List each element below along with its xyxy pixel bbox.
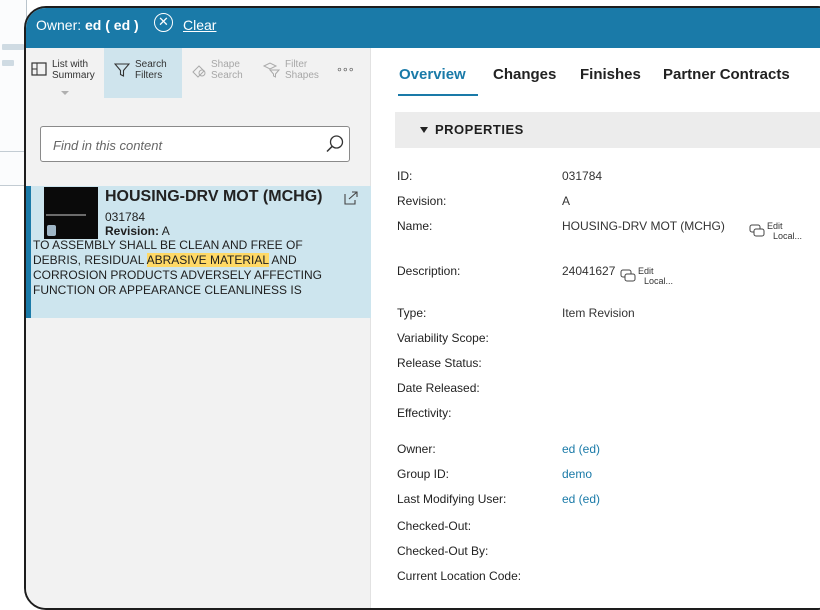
search-match-highlight: ABRASIVE MATERIAL xyxy=(146,253,269,267)
prop-label-revision: Revision: xyxy=(397,194,447,208)
open-item-icon[interactable] xyxy=(343,190,359,206)
shape-search-label-2: Search xyxy=(211,70,243,81)
prop-value-type: Item Revision xyxy=(562,306,635,320)
prop-label-name: Name: xyxy=(397,219,433,233)
owner-filter-label: Owner: xyxy=(36,17,82,33)
background-divider xyxy=(0,151,26,152)
details-tabs: Overview Changes Finishes Partner Contra… xyxy=(371,48,820,98)
prop-label-type: Type: xyxy=(397,306,427,320)
item-description-line-1: TO ASSEMBLY SHALL BE CLEAN AND FREE OF xyxy=(33,238,303,252)
filter-shapes-label-1: Filter xyxy=(285,59,308,70)
item-revision-label: Revision: xyxy=(105,224,160,238)
prop-label-effectivity: Effectivity: xyxy=(397,406,452,420)
thumbnail-detail xyxy=(46,214,86,216)
edit-label: Edit xyxy=(767,221,783,231)
collapse-triangle-icon[interactable] xyxy=(420,127,428,133)
edit-sub-label: Local... xyxy=(644,276,674,286)
shape-search-button[interactable]: Shape Search xyxy=(182,48,252,98)
edit-label: Edit xyxy=(638,266,654,276)
search-filters-label-1: Search xyxy=(135,59,167,70)
list-summary-label-1: List with xyxy=(52,59,89,70)
prop-value-id: 031784 xyxy=(562,169,603,183)
properties-section-header[interactable]: PROPERTIES xyxy=(395,112,820,148)
tab-changes[interactable]: Changes xyxy=(493,66,556,83)
owner-filter-chip: Owner: ed ( ed ) xyxy=(36,17,139,33)
item-description-line-2b: AND xyxy=(268,253,297,267)
details-pane: Overview Changes Finishes Partner Contra… xyxy=(371,48,820,608)
item-description: TO ASSEMBLY SHALL BE CLEAN AND FREE OF D… xyxy=(33,238,363,298)
filter-icon xyxy=(114,63,130,77)
prop-value-last-modifying-user[interactable]: ed (ed) xyxy=(562,492,600,506)
edit-sub-label: Local... xyxy=(773,231,803,241)
item-thumbnail xyxy=(44,187,98,239)
remove-filter-icon[interactable]: ✕ xyxy=(154,13,173,32)
item-revision: Revision: A xyxy=(105,224,170,238)
list-summary-icon xyxy=(31,62,47,76)
background-thumbnail xyxy=(2,44,24,50)
prop-label-date-released: Date Released: xyxy=(397,381,480,395)
list-summary-label-2: Summary xyxy=(52,70,95,81)
active-filter-bar: Owner: ed ( ed ) ✕ Clear xyxy=(26,8,820,48)
part-icon xyxy=(47,225,56,236)
filter-shapes-button[interactable]: Filter Shapes xyxy=(252,48,322,98)
prop-label-id: ID: xyxy=(397,169,413,183)
prop-label-owner: Owner: xyxy=(397,442,436,456)
more-options-icon: ∘∘∘ xyxy=(336,64,355,76)
prop-label-checked-out-by: Checked-Out By: xyxy=(397,544,489,558)
prop-label-checked-out: Checked-Out: xyxy=(397,519,472,533)
item-description-line-3: CORROSION PRODUCTS ADVERSELY AFFECTING xyxy=(33,268,322,282)
owner-filter-value: ed ( ed ) xyxy=(85,17,139,33)
results-list-pane: List with Summary Search Filters Shape Sear… xyxy=(26,48,375,608)
search-filters-button[interactable]: Search Filters xyxy=(104,48,182,98)
search-filters-label-2: Filters xyxy=(135,70,163,81)
prop-label-current-location-code: Current Location Code: xyxy=(397,569,522,583)
localize-icon xyxy=(620,269,636,282)
prop-value-description: 24041627 xyxy=(562,264,616,278)
view-dropdown-icon[interactable] xyxy=(61,91,69,95)
prop-value-group-id[interactable]: demo xyxy=(562,467,592,481)
background-divider xyxy=(0,185,26,186)
prop-value-name: HOUSING-DRV MOT (MCHG) xyxy=(562,219,725,233)
tab-partner-contracts[interactable]: Partner Contracts xyxy=(663,66,790,83)
active-tab-indicator xyxy=(398,94,478,96)
shape-search-icon xyxy=(192,65,206,78)
find-in-content-field[interactable] xyxy=(40,126,350,162)
prop-label-group-id: Group ID: xyxy=(397,467,450,481)
item-id: 031784 xyxy=(105,210,146,224)
background-sidebar xyxy=(0,0,27,186)
filter-shapes-icon xyxy=(262,62,280,78)
item-description-line-4: FUNCTION OR APPEARANCE CLEANLINESS IS xyxy=(33,283,302,297)
shape-search-label-1: Shape xyxy=(211,59,240,70)
list-with-summary-button[interactable]: List with Summary xyxy=(26,48,104,98)
search-icon[interactable] xyxy=(325,134,345,154)
results-toolbar: List with Summary Search Filters Shape Sear… xyxy=(26,48,370,98)
prop-label-last-modifying-user: Last Modifying User: xyxy=(397,492,507,506)
tab-finishes[interactable]: Finishes xyxy=(580,66,641,83)
tab-overview[interactable]: Overview xyxy=(399,66,466,83)
properties-section-title: PROPERTIES xyxy=(435,122,524,137)
filter-shapes-label-2: Shapes xyxy=(285,70,319,81)
prop-label-description: Description: xyxy=(397,264,461,278)
prop-value-revision: A xyxy=(562,194,571,208)
background-thumbnail xyxy=(2,60,14,66)
prop-label-variability-scope: Variability Scope: xyxy=(397,331,489,345)
prop-label-release-status: Release Status: xyxy=(397,356,482,370)
more-options-button[interactable]: ∘∘∘ xyxy=(330,48,360,98)
item-revision-value: A xyxy=(161,224,170,238)
localize-icon xyxy=(749,224,765,237)
item-description-line-2a: DEBRIS, RESIDUAL xyxy=(33,253,147,267)
prop-value-owner[interactable]: ed (ed) xyxy=(562,442,600,456)
item-title[interactable]: HOUSING-DRV MOT (MCHG) xyxy=(105,188,322,206)
find-in-content-input[interactable] xyxy=(51,134,315,156)
list-item[interactable]: HOUSING-DRV MOT (MCHG) 031784 Revision: … xyxy=(26,186,375,318)
clear-filters-link[interactable]: Clear xyxy=(183,17,216,33)
search-results-panel: Owner: ed ( ed ) ✕ Clear List with Summar… xyxy=(24,6,820,610)
